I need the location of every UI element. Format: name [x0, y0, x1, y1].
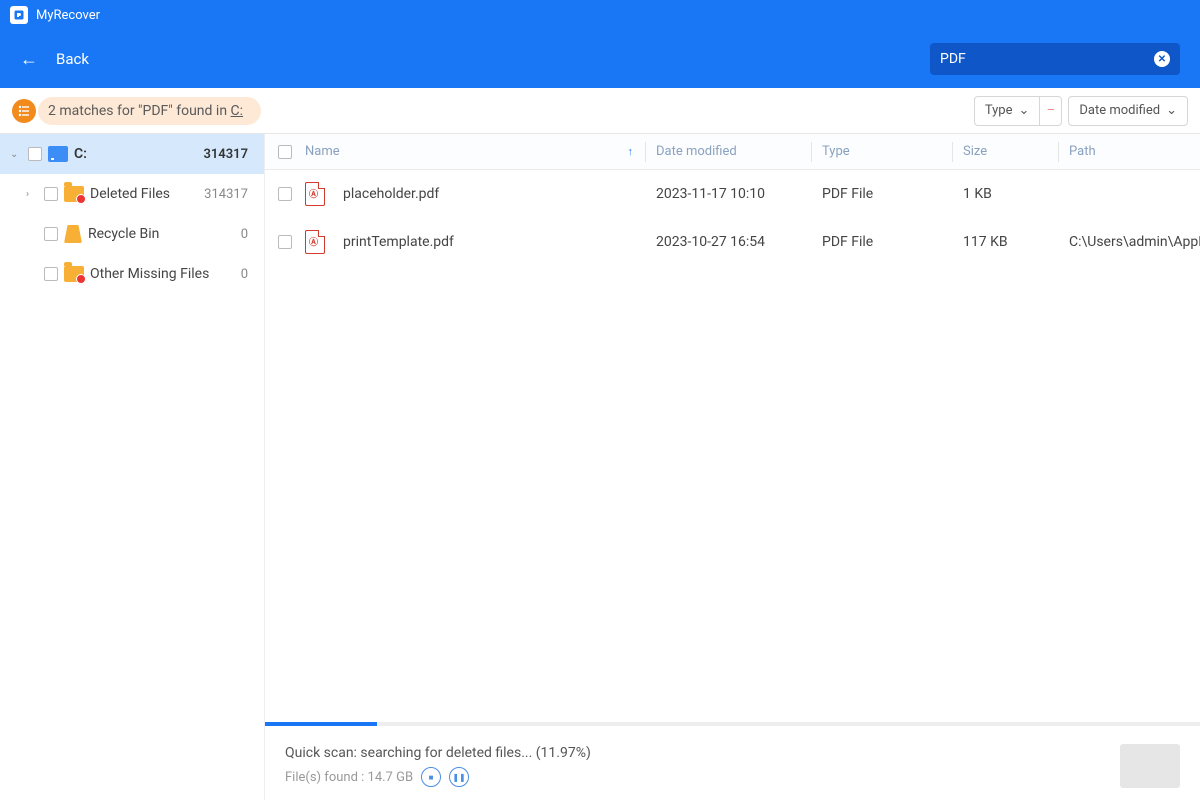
caret-right-icon[interactable]: › — [26, 189, 38, 200]
search-box: ✕ — [930, 43, 1180, 75]
divider — [811, 142, 812, 162]
chevron-down-icon: ⌄ — [1018, 103, 1029, 118]
app-logo-icon — [10, 6, 28, 24]
match-text: 2 matches for "PDF" found in — [48, 103, 231, 119]
sidebar-item-count: 0 — [241, 227, 254, 242]
stop-scan-button[interactable]: ■ — [421, 767, 441, 787]
checkbox[interactable] — [44, 187, 58, 201]
folder-deleted-icon — [64, 186, 84, 202]
sidebar-item-label: Other Missing Files — [90, 266, 209, 282]
back-button[interactable]: ← Back — [20, 49, 89, 70]
status-bar: Quick scan: searching for deleted files.… — [265, 726, 1200, 800]
sidebar-item-drive-c[interactable]: ⌄ C: 314317 — [0, 134, 264, 174]
body: ⌄ C: 314317 › Deleted Files 314317 › Rec… — [0, 134, 1200, 800]
chevron-down-icon: ⌄ — [1166, 103, 1177, 118]
table-body: placeholder.pdf 2023-11-17 10:10 PDF Fil… — [265, 170, 1200, 722]
filter-type-clear-button[interactable]: – — [1040, 96, 1062, 126]
divider — [952, 142, 953, 162]
column-name-header[interactable]: Name ↑ — [305, 144, 645, 159]
recover-button[interactable] — [1120, 744, 1180, 788]
toolbar: 2 matches for "PDF" found in C: Type ⌄ –… — [0, 88, 1200, 134]
titlebar: MyRecover — [0, 0, 1200, 30]
filter-date-button[interactable]: Date modified ⌄ — [1068, 96, 1188, 126]
checkbox[interactable] — [28, 147, 42, 161]
sidebar-item-count: 314317 — [203, 147, 254, 162]
drive-icon — [48, 146, 68, 162]
column-label: Date modified — [656, 144, 737, 159]
row-checkbox[interactable] — [278, 235, 292, 249]
table-row[interactable]: placeholder.pdf 2023-11-17 10:10 PDF Fil… — [265, 170, 1200, 218]
sidebar-item-deleted-files[interactable]: › Deleted Files 314317 — [0, 174, 264, 214]
sidebar-item-other-missing[interactable]: › Other Missing Files 0 — [0, 254, 264, 294]
list-icon — [12, 99, 36, 123]
table-row[interactable]: printTemplate.pdf 2023-10-27 16:54 PDF F… — [265, 218, 1200, 266]
file-size: 117 KB — [963, 234, 1058, 250]
sidebar-item-label: Deleted Files — [90, 186, 170, 202]
table-header: Name ↑ Date modified Type Size Path — [265, 134, 1200, 170]
column-path-header[interactable]: Path — [1069, 144, 1200, 159]
recycle-bin-icon — [64, 225, 82, 243]
sidebar: ⌄ C: 314317 › Deleted Files 314317 › Rec… — [0, 134, 265, 800]
pdf-file-icon — [305, 182, 325, 206]
column-label: Path — [1069, 144, 1096, 159]
pause-scan-button[interactable]: ❚❚ — [449, 767, 469, 787]
sidebar-item-count: 0 — [241, 267, 254, 282]
select-all-checkbox[interactable] — [278, 145, 292, 159]
match-drive[interactable]: C: — [231, 103, 244, 119]
app-title: MyRecover — [36, 8, 100, 23]
filter-group: Type ⌄ – Date modified ⌄ — [974, 96, 1188, 126]
file-date: 2023-11-17 10:10 — [656, 186, 811, 202]
scan-progress-fill — [265, 722, 377, 726]
back-label: Back — [56, 50, 89, 68]
filter-type-label: Type — [985, 103, 1013, 118]
folder-missing-icon — [64, 266, 84, 282]
filter-date-label: Date modified — [1079, 103, 1160, 118]
sidebar-item-count: 314317 — [204, 187, 254, 202]
file-type: PDF File — [822, 234, 952, 250]
file-size: 1 KB — [963, 186, 1058, 202]
file-name: placeholder.pdf — [343, 186, 439, 202]
file-date: 2023-10-27 16:54 — [656, 234, 811, 250]
checkbox[interactable] — [44, 227, 58, 241]
search-input[interactable] — [940, 51, 1154, 67]
main-panel: Name ↑ Date modified Type Size Path plac… — [265, 134, 1200, 800]
row-checkbox[interactable] — [278, 187, 292, 201]
clear-search-icon[interactable]: ✕ — [1154, 51, 1170, 67]
column-label: Size — [963, 144, 987, 159]
column-size-header[interactable]: Size — [963, 144, 1058, 159]
checkbox[interactable] — [44, 267, 58, 281]
scan-progress-bar — [265, 722, 1200, 726]
match-summary: 2 matches for "PDF" found in C: — [12, 97, 261, 125]
caret-down-icon[interactable]: ⌄ — [10, 149, 22, 160]
file-type: PDF File — [822, 186, 952, 202]
pdf-file-icon — [305, 230, 325, 254]
header: ← Back ✕ — [0, 30, 1200, 88]
file-name: printTemplate.pdf — [343, 234, 454, 250]
scan-status-sub: File(s) found : 14.7 GB ■ ❚❚ — [285, 767, 591, 787]
divider — [645, 142, 646, 162]
divider — [1058, 142, 1059, 162]
file-path: C:\Users\admin\AppData\Roami — [1069, 234, 1200, 250]
filter-type-button[interactable]: Type ⌄ — [974, 96, 1041, 126]
files-found-text: File(s) found : 14.7 GB — [285, 770, 413, 785]
scan-status-text: Quick scan: searching for deleted files.… — [285, 745, 591, 761]
column-label: Name — [305, 144, 340, 159]
column-label: Type — [822, 144, 850, 159]
column-type-header[interactable]: Type — [822, 144, 952, 159]
sidebar-item-recycle-bin[interactable]: › Recycle Bin 0 — [0, 214, 264, 254]
sidebar-item-label: Recycle Bin — [88, 226, 159, 242]
sort-asc-icon: ↑ — [628, 145, 634, 158]
sidebar-item-label: C: — [74, 146, 87, 162]
column-date-header[interactable]: Date modified — [656, 144, 811, 159]
back-arrow-icon: ← — [20, 49, 38, 70]
match-pill: 2 matches for "PDF" found in C: — [38, 97, 261, 125]
